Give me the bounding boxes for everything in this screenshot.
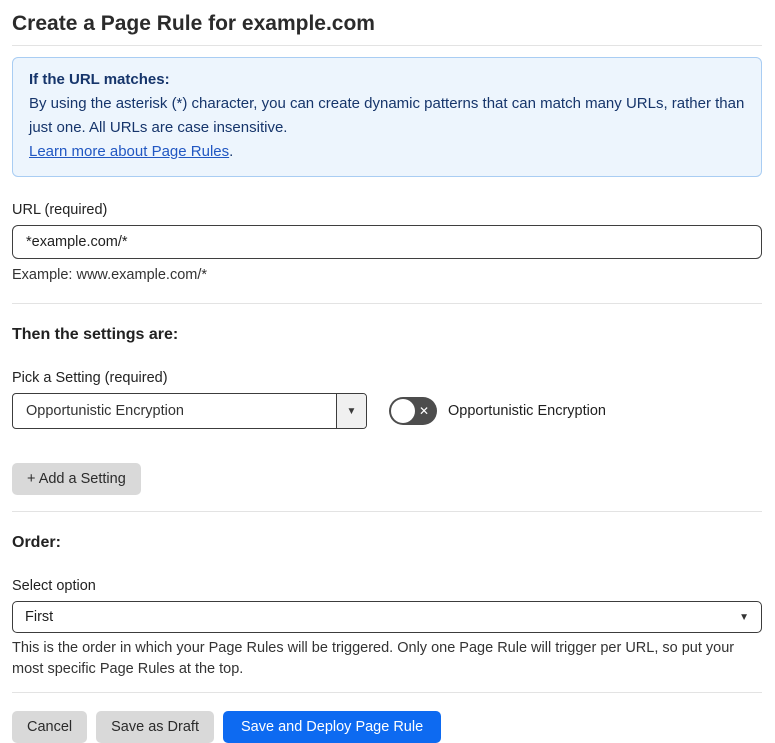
page-title: Create a Page Rule for example.com <box>12 12 762 46</box>
url-example-helper: Example: www.example.com/* <box>12 267 208 283</box>
order-select-value: First <box>25 609 54 625</box>
chevron-down-icon[interactable]: ▼ <box>336 394 366 428</box>
setting-row: Opportunistic Encryption ▼ ✕ Opportunist… <box>12 393 762 429</box>
setting-dropdown[interactable]: Opportunistic Encryption ▼ <box>12 393 367 429</box>
create-page-rule-dialog: Create a Page Rule for example.com If th… <box>12 12 762 743</box>
divider <box>12 303 762 304</box>
footer-actions: Cancel Save as Draft Save and Deploy Pag… <box>12 711 762 743</box>
url-label: URL (required) <box>12 202 108 218</box>
info-box-link-line: Learn more about Page Rules. <box>29 140 745 164</box>
order-select[interactable]: First ▼ <box>12 601 762 633</box>
order-section-heading: Order: <box>12 534 61 551</box>
save-deploy-button[interactable]: Save and Deploy Page Rule <box>222 711 442 743</box>
toggle-knob <box>391 399 415 423</box>
opportunistic-encryption-toggle[interactable]: ✕ <box>389 397 437 425</box>
chevron-down-icon: ▼ <box>739 611 749 623</box>
order-helper: This is the order in which your Page Rul… <box>12 640 735 677</box>
info-box-body: By using the asterisk (*) character, you… <box>29 95 745 136</box>
setting-dropdown-value: Opportunistic Encryption <box>26 403 184 419</box>
learn-more-page-rules-link[interactable]: Learn more about Page Rules <box>29 143 229 160</box>
select-option-label: Select option <box>12 578 96 594</box>
url-input[interactable] <box>12 225 762 259</box>
url-match-info-box: If the URL matches: By using the asteris… <box>12 57 762 177</box>
divider <box>12 692 762 693</box>
toggle-label: Opportunistic Encryption <box>448 403 606 419</box>
pick-setting-label: Pick a Setting (required) <box>12 370 168 386</box>
info-box-heading: If the URL matches: <box>29 71 170 88</box>
save-draft-button[interactable]: Save as Draft <box>96 711 214 743</box>
add-setting-button[interactable]: + Add a Setting <box>12 463 141 495</box>
x-icon: ✕ <box>418 404 429 418</box>
divider <box>12 511 762 512</box>
link-suffix: . <box>229 143 234 160</box>
settings-section-heading: Then the settings are: <box>12 326 179 343</box>
cancel-button[interactable]: Cancel <box>12 711 88 743</box>
